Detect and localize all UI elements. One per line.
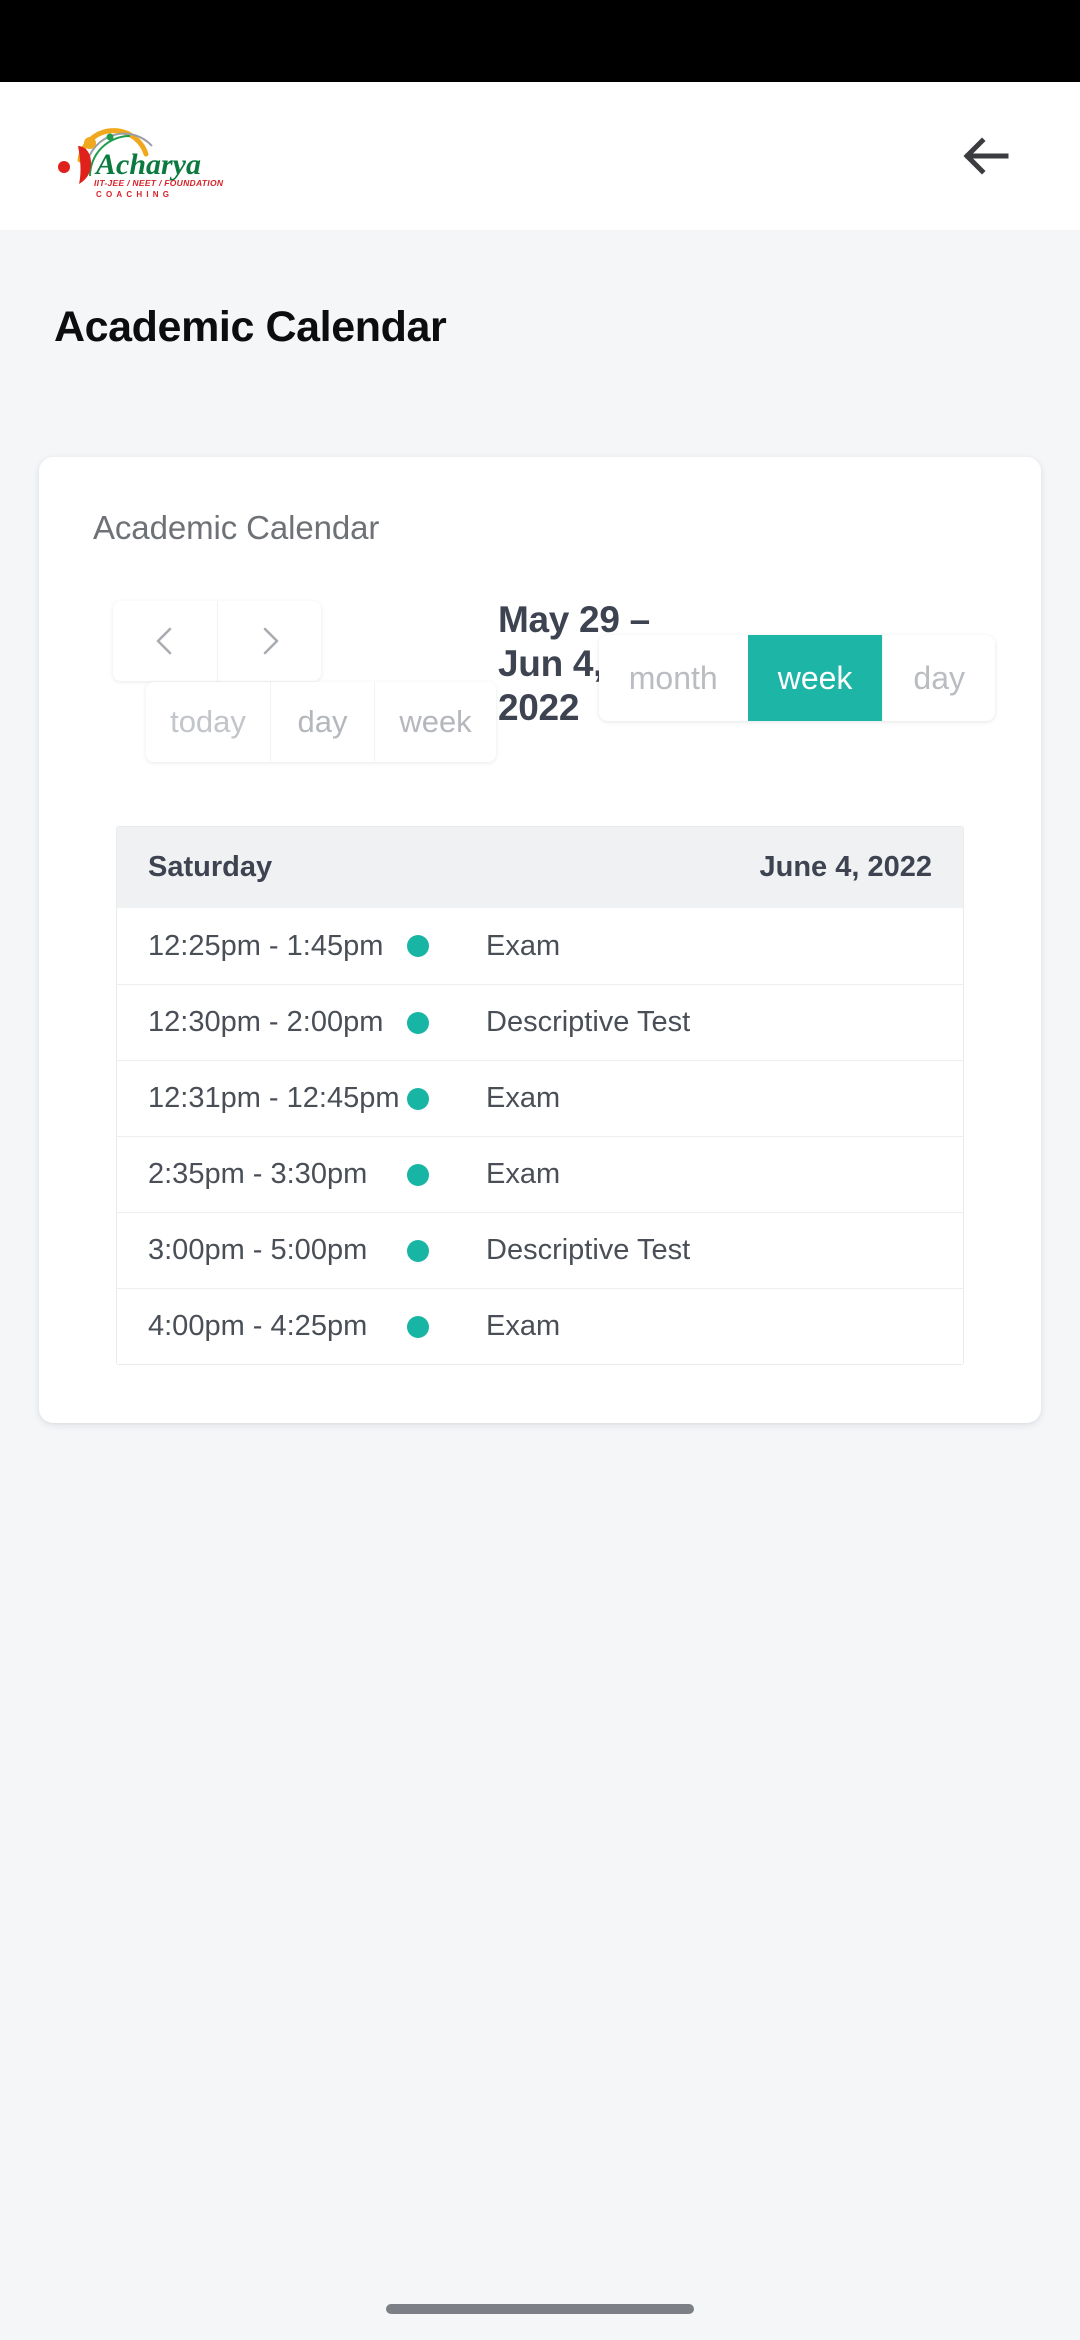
event-dot-cell [407,1239,455,1262]
view-month-button[interactable]: month [598,635,748,721]
calendar-toolbar: today day week May 29 – Jun 4, 2022 mont… [39,590,1041,775]
event-status-dot-icon [407,935,429,957]
table-row[interactable]: 12:31pm - 12:45pm Exam [117,1060,963,1136]
event-status-dot-icon [407,1239,429,1262]
event-dot-cell [407,1011,455,1034]
event-status-dot-icon [407,1087,429,1110]
day-shortcut-button[interactable]: day [270,682,374,762]
event-dot-cell [407,1087,455,1110]
view-day-button[interactable]: day [882,635,995,721]
prev-period-button[interactable] [113,601,217,681]
next-period-button[interactable] [217,601,321,681]
calendar-shortcut-group: today day week [146,682,496,762]
event-status-dot-icon [407,1163,429,1186]
svg-text:Acharya: Acharya [94,148,201,181]
table-row[interactable]: 2:35pm - 3:30pm Exam [117,1136,963,1212]
calendar-view-switcher: month week day [598,635,995,721]
events-table-header: Saturday June 4, 2022 [117,827,963,908]
today-button[interactable]: today [146,682,270,762]
event-time: 12:30pm - 2:00pm [148,1006,384,1038]
svg-text:IIT-JEE / NEET / FOUNDATION: IIT-JEE / NEET / FOUNDATION [94,178,224,188]
event-time: 4:00pm - 4:25pm [148,1310,368,1342]
event-time: 12:31pm - 12:45pm [148,1082,400,1114]
event-title: Exam [486,1310,561,1342]
event-time: 3:00pm - 5:00pm [148,1234,368,1266]
event-status-dot-icon [407,1011,429,1034]
event-title: Exam [486,929,561,962]
table-row[interactable]: 12:30pm - 2:00pm Descriptive Test [117,984,963,1060]
event-title: Descriptive Test [486,1234,691,1266]
svg-text:COACHING: COACHING [96,190,173,199]
event-dot-cell [407,1163,455,1186]
acharya-logo: Acharya IIT-JEE / NEET / FOUNDATION COAC… [34,110,234,202]
page-body: Academic Calendar Academic Calendar toda… [0,230,1080,2340]
event-title: Descriptive Test [486,1006,691,1038]
event-title: Exam [486,1158,561,1190]
header-day-date: June 4, 2022 [759,851,933,883]
event-dot-cell [407,1315,455,1338]
chevron-left-icon [148,624,182,658]
event-title: Exam [486,1082,561,1114]
back-button[interactable] [938,108,1034,204]
page-title: Academic Calendar [54,303,447,351]
table-row[interactable]: 4:00pm - 4:25pm Exam [117,1288,963,1364]
view-week-button[interactable]: week [747,635,883,721]
app-bar: Acharya IIT-JEE / NEET / FOUNDATION COAC… [0,82,1080,230]
system-gesture-bar[interactable] [386,2304,694,2314]
events-table: Saturday June 4, 2022 12:25pm - 1:45pm E… [116,826,964,1365]
week-shortcut-button[interactable]: week [374,682,496,762]
chevron-right-icon [253,624,287,658]
arrow-left-icon [954,124,1018,188]
header-day-name: Saturday [148,851,273,883]
academic-calendar-card: Academic Calendar today day week May 29 … [39,457,1041,1423]
event-dot-cell [407,935,455,957]
event-time: 12:25pm - 1:45pm [148,929,384,962]
event-time: 2:35pm - 3:30pm [148,1158,368,1190]
calendar-nav-group [113,601,321,681]
table-row[interactable]: 3:00pm - 5:00pm Descriptive Test [117,1212,963,1288]
status-bar [0,0,1080,82]
event-status-dot-icon [407,1315,429,1338]
table-row[interactable]: 12:25pm - 1:45pm Exam [117,908,963,984]
card-subtitle: Academic Calendar [93,509,380,546]
